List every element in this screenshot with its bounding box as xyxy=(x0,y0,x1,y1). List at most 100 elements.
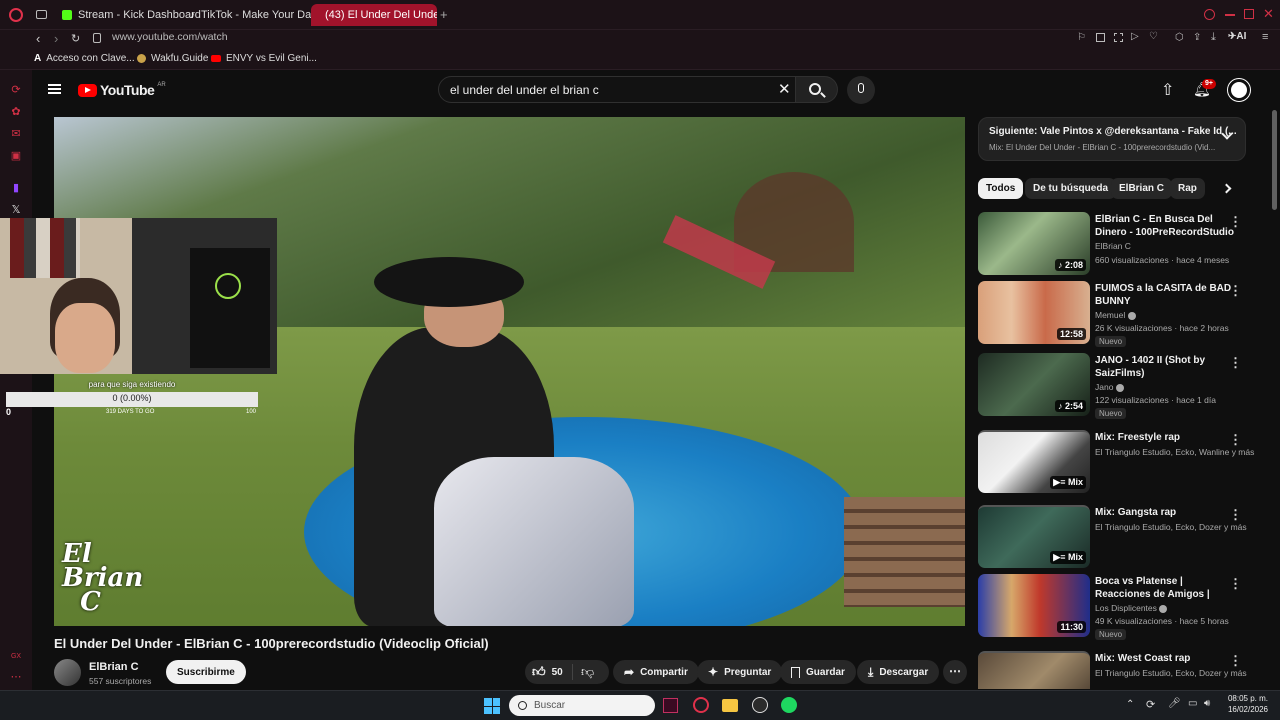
more-options-icon[interactable]: ⋮ xyxy=(1229,653,1242,669)
sync-icon[interactable]: ⟳ xyxy=(1146,698,1155,711)
share-button[interactable]: ➦ Compartir xyxy=(613,660,699,684)
more-actions-button[interactable]: ⋯ xyxy=(943,660,967,684)
spotify-icon[interactable] xyxy=(781,697,797,713)
opera-gx-taskbar-icon[interactable] xyxy=(693,697,709,713)
forward-button[interactable]: › xyxy=(54,31,58,46)
recommendation-item[interactable]: ♪ 2:54 JANO - 1402 II (Shot by SaizFilms… xyxy=(978,353,1248,419)
ask-button[interactable]: ✦ Preguntar xyxy=(697,660,783,684)
recommendation-item[interactable]: 11:30 Boca vs Platense | Reacciones de A… xyxy=(978,574,1248,640)
recommendation-item[interactable]: 12:58 FUIMOS a la CASITA de BAD BUNNY Me… xyxy=(978,281,1248,347)
player-icon[interactable]: ▷ xyxy=(1131,31,1139,42)
more-options-icon[interactable]: ⋮ xyxy=(1229,283,1242,299)
video-watermark-logo: El Brian C xyxy=(62,539,144,617)
more-options-icon[interactable]: ⋮ xyxy=(1229,507,1242,523)
mix-thumbnail[interactable] xyxy=(978,651,1090,689)
channel-avatar[interactable] xyxy=(54,659,81,686)
recommendation-item[interactable]: ▶≡ Mix Mix: Freestyle rap El Triangulo E… xyxy=(978,430,1254,494)
voice-search-button[interactable] xyxy=(847,76,875,104)
bookmark-acceso[interactable]: A Acceso con Clave... xyxy=(34,53,135,64)
tab-tiktok[interactable]: ♪ TikTok - Make Your Day xyxy=(182,4,325,26)
clear-search-icon[interactable]: ✕ xyxy=(778,80,791,98)
recommendation-item[interactable]: ▶≡ Mix Mix: Gangsta rap El Triangulo Est… xyxy=(978,505,1248,569)
more-options-icon[interactable]: ⋮ xyxy=(1229,214,1242,230)
recommendation-item[interactable]: Mix: West Coast rap El Triangulo Estudio… xyxy=(978,651,1248,689)
more-options-icon[interactable]: ⋮ xyxy=(1229,355,1242,371)
mix-thumbnail[interactable]: ▶≡ Mix xyxy=(978,430,1090,493)
notifications-button[interactable]: 🔔︎ 9+ xyxy=(1193,79,1216,99)
subscribe-button[interactable]: Suscribirme xyxy=(166,660,246,684)
twitch-icon[interactable]: ▮ xyxy=(9,181,23,195)
save-button[interactable]: Guardar xyxy=(780,660,856,684)
like-button[interactable]: 👍︎ 50 xyxy=(532,664,563,680)
youtube-logo[interactable]: YouTube AR xyxy=(78,82,166,98)
smiley-sticker-icon xyxy=(215,273,241,299)
menu-icon[interactable]: ≡ xyxy=(1262,31,1268,43)
bookmark-wakfu[interactable]: Wakfu.Guide xyxy=(137,53,208,64)
chips-next-icon[interactable] xyxy=(1221,183,1232,194)
crop-icon[interactable] xyxy=(1114,33,1123,42)
video-thumbnail[interactable]: 12:58 xyxy=(978,281,1090,344)
windows-start-icon[interactable] xyxy=(484,698,500,714)
search-input[interactable]: el under del under el brian c xyxy=(438,76,796,103)
maximize-button[interactable] xyxy=(1244,9,1254,19)
clock[interactable]: 08:05 p. m. 16/02/2026 xyxy=(1224,694,1268,714)
tray-chevron-icon[interactable]: ⌃ xyxy=(1126,699,1134,710)
gx-icon[interactable]: GX xyxy=(9,650,23,664)
app-icon[interactable] xyxy=(663,698,678,713)
upload-icon[interactable]: ⇧ xyxy=(1161,80,1174,100)
url-field[interactable]: www.youtube.com/watch xyxy=(112,31,228,43)
messenger-icon[interactable]: ✉ xyxy=(9,127,23,141)
opera-icon[interactable] xyxy=(9,8,23,22)
taskbar-search-box[interactable]: Buscar xyxy=(509,695,655,716)
bookmark-page-icon[interactable]: ⚐ xyxy=(1077,32,1086,43)
volume-icon[interactable]: 🔊︎ xyxy=(1204,698,1210,709)
recommendation-item[interactable]: ♪ 2:08 ElBrian C - En Busca Del Dinero -… xyxy=(978,212,1248,276)
mix-thumbnail[interactable]: ▶≡ Mix xyxy=(978,505,1090,568)
chip-todos[interactable]: Todos xyxy=(978,178,1024,199)
obs-icon[interactable] xyxy=(752,697,768,713)
download-button[interactable]: ⤓ Descargar xyxy=(857,660,940,684)
video-thumbnail[interactable]: 11:30 xyxy=(978,574,1090,637)
more-options-icon[interactable]: ⋮ xyxy=(1229,432,1242,448)
page-scrollbar[interactable] xyxy=(1272,110,1277,210)
minimize-button[interactable] xyxy=(1225,14,1235,16)
more-sidebar-icon[interactable]: ⋯ xyxy=(9,670,23,684)
x-icon[interactable]: 𝕏 xyxy=(9,203,23,217)
tab-manager-icon[interactable] xyxy=(36,10,47,19)
reload-icon[interactable]: ↻ xyxy=(71,32,80,45)
mix-badge: ▶≡ Mix xyxy=(1050,476,1086,489)
avatar[interactable] xyxy=(1228,79,1250,101)
chip-rap[interactable]: Rap xyxy=(1170,178,1205,199)
tab-youtube-active[interactable]: (43) El Under Del Unde xyxy=(311,4,437,26)
dislike-button[interactable]: 👎︎ xyxy=(581,664,594,680)
up-next-subtitle: Mix: El Under Del Under - ElBrian C - 10… xyxy=(989,143,1216,152)
chip-de-tu-busqueda[interactable]: De tu búsqueda xyxy=(1025,178,1117,199)
hamburger-menu-icon[interactable] xyxy=(48,84,61,94)
snapshot-icon[interactable] xyxy=(1096,33,1105,42)
verified-icon xyxy=(1115,383,1124,392)
tray-app-icon[interactable]: 🎤︎ xyxy=(1168,698,1181,709)
heart-icon[interactable]: ♡ xyxy=(1149,31,1158,42)
up-next-panel[interactable]: Siguiente: Vale Pintos x @dereksantana -… xyxy=(978,117,1246,161)
duration-badge: ♪ 2:08 xyxy=(1054,259,1086,271)
aria-icon[interactable]: ⟳ xyxy=(9,83,23,97)
instagram-icon[interactable]: ▣ xyxy=(9,149,23,163)
more-options-icon[interactable]: ⋮ xyxy=(1229,576,1242,592)
file-explorer-icon[interactable] xyxy=(722,699,738,712)
bookmark-envy[interactable]: ENVY vs Evil Geni... xyxy=(211,53,317,64)
extensions-icon[interactable]: ⬡ xyxy=(1175,32,1184,43)
channel-name[interactable]: ElBrian C xyxy=(89,661,139,673)
download-icon[interactable]: ⤓ xyxy=(1211,31,1216,44)
back-button[interactable]: ‹ xyxy=(36,31,40,46)
video-thumbnail[interactable]: ♪ 2:08 xyxy=(978,212,1090,275)
new-tab-button[interactable]: + xyxy=(440,8,448,21)
extensions-sidebar-icon[interactable]: ✿ xyxy=(9,105,23,119)
aria-ai-button[interactable]: ✈AI xyxy=(1228,31,1246,42)
search-tabs-icon[interactable] xyxy=(1204,9,1215,20)
search-button[interactable] xyxy=(796,76,838,103)
video-thumbnail[interactable]: ♪ 2:54 xyxy=(978,353,1090,416)
chip-elbrian-c[interactable]: ElBrian C xyxy=(1111,178,1173,199)
network-icon[interactable]: ▭ xyxy=(1188,698,1197,709)
close-window-button[interactable]: ✕ xyxy=(1263,6,1274,22)
share-icon[interactable]: ⇪ xyxy=(1193,32,1201,43)
